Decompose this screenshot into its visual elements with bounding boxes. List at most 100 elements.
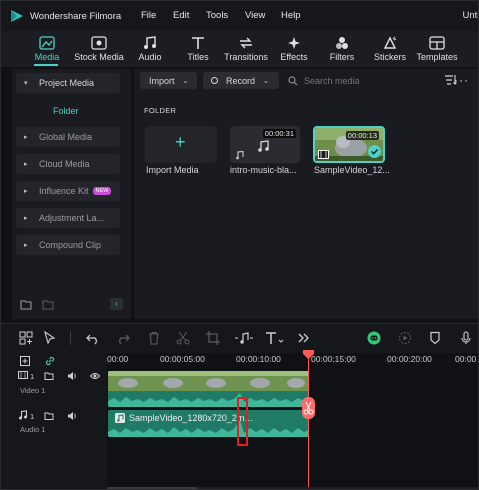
tab-effects-label: Effects [280, 52, 308, 62]
tab-stock-media-label: Stock Media [74, 52, 124, 62]
audio-beat-icon[interactable] [234, 331, 254, 345]
sidebar-item-folder[interactable]: Folder [53, 106, 79, 116]
tab-effects[interactable]: Effects [268, 34, 320, 66]
tab-stock-media[interactable]: Stock Media [73, 34, 125, 66]
crop-icon[interactable] [206, 331, 220, 345]
add-track-icon[interactable] [20, 356, 30, 366]
menu-help[interactable]: Help [281, 10, 301, 21]
main-toolbar: Media Stock Media Audio Titles Transitio… [1, 31, 478, 67]
microphone-icon[interactable] [459, 331, 473, 345]
tab-titles-label: Titles [187, 52, 209, 62]
sidebar-item-label: Adjustment La... [39, 213, 105, 223]
audio-type-icon [235, 150, 245, 162]
music-note-icon [256, 140, 270, 154]
audio-clip-label: SampleVideo_1280x720_2m… [129, 413, 254, 423]
time-ruler[interactable]: 00:00 00:00:05:00 00:00:10:00 00:00:15:0… [107, 353, 478, 369]
link-icon[interactable] [45, 356, 55, 366]
search-input[interactable] [304, 75, 394, 86]
tab-templates[interactable]: Templates [411, 34, 463, 66]
folder-icon[interactable] [44, 411, 54, 421]
sidebar-item-compound-clip[interactable]: ▸ Compound Clip [16, 235, 120, 255]
new-badge: NEW [92, 187, 112, 195]
templates-icon [429, 36, 445, 50]
playhead-handle[interactable] [303, 350, 314, 359]
media-library: Import ⌄ Record ⌄ ··· FOLDER + Import Me… [134, 69, 478, 319]
tab-media[interactable]: Media [21, 34, 73, 66]
audio-track-number: 1 [30, 412, 35, 421]
media-sidebar: ▾ Project Media Folder ▸ Global Media ▸ … [12, 69, 131, 319]
redo-icon[interactable] [116, 331, 130, 345]
sidebar-item-cloud-media[interactable]: ▸ Cloud Media [16, 154, 120, 174]
shield-marker-icon[interactable] [428, 331, 442, 345]
search-icon [288, 75, 298, 85]
speaker-icon[interactable] [67, 371, 77, 381]
menu-view[interactable]: View [245, 10, 265, 21]
timeline-toolbar [1, 323, 478, 353]
tab-filters-label: Filters [329, 52, 355, 62]
tab-audio[interactable]: Audio [124, 34, 176, 66]
more-options-icon[interactable]: ··· [454, 73, 469, 87]
tab-templates-label: Templates [416, 52, 458, 62]
select-pointer-icon[interactable] [43, 330, 57, 345]
record-dropdown[interactable]: Record ⌄ [203, 72, 279, 89]
film-strip-icon [318, 150, 329, 161]
media-icon [39, 36, 55, 50]
folder-heading: FOLDER [144, 106, 177, 115]
sidebar-item-label: Global Media [39, 132, 93, 142]
more-tools-icon[interactable] [297, 331, 311, 345]
import-dropdown[interactable]: Import ⌄ [140, 72, 197, 89]
text-tool-icon[interactable] [265, 331, 285, 345]
duration-badge: 00:00:31 [262, 129, 296, 138]
menu-file[interactable]: File [141, 10, 156, 21]
sparkle-icon [288, 37, 300, 49]
ruler-label: 00:00:10:00 [236, 354, 281, 364]
menu-bar: Wondershare Filmora File Edit Tools View… [1, 1, 478, 31]
record-icon [211, 77, 218, 84]
new-folder-icon[interactable] [20, 299, 32, 310]
menu-edit[interactable]: Edit [173, 10, 189, 21]
timeline[interactable]: 00:00 00:00:05:00 00:00:10:00 00:00:15:0… [107, 350, 479, 490]
music-caption: intro-music-bla... [230, 165, 297, 175]
playhead-line[interactable] [308, 353, 309, 489]
sidebar-item-label: Cloud Media [39, 159, 90, 169]
split-scissors-button[interactable] [302, 397, 315, 419]
layout-grid-icon[interactable] [19, 331, 33, 345]
video-track-number: 1 [30, 372, 35, 381]
ruler-label: 00:00:20:00 [387, 354, 432, 364]
tab-titles[interactable]: Titles [172, 34, 224, 66]
music-note-icon [144, 36, 156, 49]
folder-icon[interactable] [44, 371, 54, 381]
import-media-tile[interactable]: + [145, 126, 217, 163]
search-box[interactable] [288, 72, 408, 89]
render-preview-icon[interactable] [398, 331, 412, 345]
record-label: Record [226, 75, 256, 86]
collapse-sidebar-button[interactable]: ‹ [110, 298, 123, 310]
audio-clip[interactable]: SampleVideo_1280x720_2m… [108, 410, 309, 437]
tab-filters[interactable]: Filters [316, 34, 368, 66]
scissors-icon[interactable] [176, 331, 190, 345]
video-clip[interactable] [108, 371, 309, 407]
sidebar-item-global-media[interactable]: ▸ Global Media [16, 127, 120, 147]
menu-tools[interactable]: Tools [206, 10, 228, 21]
window-title: Untit [462, 10, 478, 21]
transition-arrows-icon [240, 37, 252, 49]
ai-assistant-icon[interactable] [367, 331, 381, 345]
tab-transitions[interactable]: Transitions [220, 34, 272, 66]
sidebar-item-influence-kit[interactable]: ▸ Influence Kit NEW [16, 181, 120, 201]
media-item-music[interactable]: 00:00:31 [230, 126, 300, 163]
chevron-down-icon: ⌄ [182, 77, 189, 85]
sidebar-item-adjustment-layer[interactable]: ▸ Adjustment La... [16, 208, 120, 228]
filmora-logo-icon [10, 9, 24, 23]
speaker-icon[interactable] [67, 411, 77, 421]
folder-icon[interactable] [42, 299, 54, 310]
sample-video-caption: SampleVideo_12... [314, 165, 390, 175]
timeline-scrollbar[interactable] [107, 485, 479, 490]
tab-transitions-label: Transitions [224, 52, 268, 62]
eye-icon[interactable] [89, 371, 101, 381]
undo-icon[interactable] [86, 331, 100, 345]
delete-icon[interactable] [147, 331, 161, 345]
media-item-sample-video[interactable]: 00:00:13 [313, 126, 385, 163]
caret-right-icon: ▸ [24, 188, 28, 195]
tab-stickers[interactable]: Stickers [364, 34, 416, 66]
sidebar-item-project-media[interactable]: ▾ Project Media [16, 73, 120, 93]
